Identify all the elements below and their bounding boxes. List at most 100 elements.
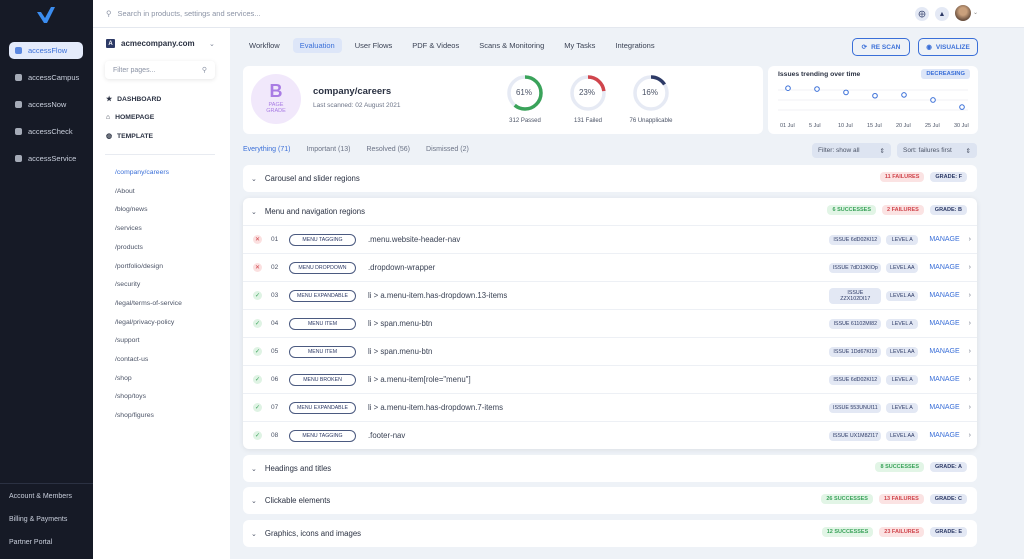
rescan-button[interactable]: ⟳ RE SCAN (852, 38, 910, 56)
page-link[interactable]: /blog/news (115, 206, 148, 213)
level-badge: LEVEL AA (886, 430, 919, 441)
page-link[interactable]: /shop/toys (115, 393, 146, 400)
notifications-bell-icon[interactable]: ▲ (935, 7, 949, 21)
product-accessCampus[interactable]: accessCampus (9, 69, 83, 86)
filter-pages-input[interactable]: Filter pages... ⚲ (105, 61, 215, 79)
chevron-right-icon[interactable]: › (969, 404, 971, 411)
page-link[interactable]: /support (115, 337, 140, 344)
tab-scans-monitoring[interactable]: Scans & Monitoring (472, 38, 551, 53)
nav-homepage[interactable]: ⌂ HOMEPAGE (106, 114, 154, 121)
sidebar-footer-link[interactable]: Account & Members (9, 493, 72, 500)
visualize-button[interactable]: ◉ VISUALIZE (918, 38, 978, 56)
page-link[interactable]: /legal/terms-of-service (115, 300, 182, 307)
tab-user-flows[interactable]: User Flows (348, 38, 400, 53)
tab-evaluation[interactable]: Evaluation (292, 38, 342, 53)
filter-select[interactable]: Filter: show all ⇕ (812, 143, 891, 158)
group-header[interactable]: ⌄ Clickable elements 26 SUCCESSES 13 FAILUR… (243, 487, 977, 514)
donut-2: 16% 76 Unapplicable (629, 74, 673, 124)
row-actions: ISSUE ZZX102DI17 LEVEL AA MANAGE › (829, 287, 971, 304)
group-header[interactable]: ⌄ Menu and navigation regions 6 SUCCESSES 2… (243, 198, 977, 225)
chevron-right-icon[interactable]: ⌄ (251, 530, 257, 538)
issue-row[interactable]: ✓ 04 MENU ITEM li > span.menu-btn ISSUE 6110… (243, 309, 977, 337)
page-grade-badge: B PAGE GRADE (251, 74, 301, 124)
search-input[interactable]: Search in products, settings and service… (118, 9, 261, 18)
issue-id-badge: ISSUE 1Dd67KI19 (829, 346, 882, 357)
filter-tab[interactable]: Dismissed (2) (426, 146, 469, 153)
manage-link[interactable]: MANAGE (929, 404, 959, 411)
product-accessNow[interactable]: accessNow (9, 96, 83, 113)
avatar-chevron-down-icon[interactable]: ⌄ (973, 9, 978, 16)
row-number: 02 (271, 264, 279, 271)
filter-tab[interactable]: Important (13) (306, 146, 350, 153)
issue-row[interactable]: ✓ 06 MENU BROKEN li > a.menu-item[role="men… (243, 365, 977, 393)
page-link[interactable]: /shop (115, 375, 132, 382)
product-accessFlow[interactable]: accessFlow (9, 42, 83, 59)
x-tick-label: 01 Jul (780, 123, 795, 129)
tab-pdf-videos[interactable]: PDF & Videos (405, 38, 466, 53)
issue-row[interactable]: ✓ 03 MENU EXPANDABLE li > a.menu-item.has-d… (243, 281, 977, 309)
chevron-right-icon[interactable]: › (969, 264, 971, 271)
top-bar: ⚲ Search in products, settings and servi… (93, 0, 1024, 28)
product-accessService[interactable]: accessService (9, 150, 83, 167)
check-icon: ✓ (253, 375, 262, 384)
chevron-right-icon[interactable]: › (969, 376, 971, 383)
page-link[interactable]: /portfolio/design (115, 263, 163, 270)
page-link[interactable]: /legal/privacy-policy (115, 319, 174, 326)
chevron-right-icon[interactable]: › (969, 432, 971, 439)
manage-link[interactable]: MANAGE (929, 236, 959, 243)
sidebar-footer-link[interactable]: Billing & Payments (9, 516, 67, 523)
tab-my-tasks[interactable]: My Tasks (557, 38, 602, 53)
issue-id-badge: ISSUE 7dD13KIOp (829, 262, 882, 273)
chevron-right-icon[interactable]: ⌄ (251, 175, 257, 183)
chevron-right-icon[interactable]: › (969, 348, 971, 355)
group-header[interactable]: ⌄ Graphics, icons and images 12 SUCCESSES 2… (243, 520, 977, 547)
tab-workflow[interactable]: Workflow (242, 38, 287, 53)
page-link[interactable]: /About (115, 188, 135, 195)
grade-badge: GRADE: A (930, 462, 967, 472)
chevron-right-icon[interactable]: › (969, 320, 971, 327)
group-header[interactable]: ⌄ Headings and titles 8 SUCCESSES GRADE: A (243, 455, 977, 482)
failures-badge: 2 FAILURES (882, 205, 924, 215)
group-header[interactable]: ⌄ Carousel and slider regions 11 FAILURES G… (243, 165, 977, 192)
chevron-down-icon[interactable]: ⌄ (209, 40, 215, 48)
issue-row[interactable]: ✕ 01 MENU TAGGING .menu.website-header-nav I… (243, 225, 977, 253)
page-link[interactable]: /security (115, 281, 140, 288)
manage-link[interactable]: MANAGE (929, 320, 959, 327)
chevron-right-icon[interactable]: › (969, 292, 971, 299)
page-link[interactable]: /company/careers (115, 169, 169, 176)
sidebar-footer-link[interactable]: Partner Portal (9, 539, 52, 546)
manage-link[interactable]: MANAGE (929, 376, 959, 383)
css-selector: li > span.menu-btn (368, 319, 433, 328)
manage-link[interactable]: MANAGE (929, 264, 959, 271)
avatar[interactable] (955, 5, 971, 21)
issue-row[interactable]: ✓ 05 MENU ITEM li > span.menu-btn ISSUE 1Dd6… (243, 337, 977, 365)
issue-row[interactable]: ✕ 02 MENU DROPDOWN .dropdown-wrapper ISSUE 7… (243, 253, 977, 281)
filter-tab[interactable]: Everything (71) (243, 146, 290, 153)
issue-row[interactable]: ✓ 08 MENU TAGGING .footer-nav ISSUE UX1M8ZI1… (243, 421, 977, 449)
chevron-down-icon[interactable]: ⌄ (251, 208, 257, 216)
nav-dashboard[interactable]: ★ DASHBOARD (106, 95, 161, 104)
chevron-right-icon[interactable]: › (969, 236, 971, 243)
chevron-right-icon[interactable]: ⌄ (251, 465, 257, 473)
sort-select[interactable]: Sort: failures first ⇕ (897, 143, 977, 158)
help-icon[interactable]: ⨁ (915, 7, 929, 21)
page-link[interactable]: /products (115, 244, 143, 251)
css-selector: .dropdown-wrapper (368, 263, 436, 272)
check-icon: ✓ (253, 319, 262, 328)
manage-link[interactable]: MANAGE (929, 348, 959, 355)
issue-row[interactable]: ✓ 07 MENU EXPANDABLE li > a.menu-item.has-d… (243, 393, 977, 421)
chart-title: Issues trending over time (778, 71, 861, 78)
product-accessCheck[interactable]: accessCheck (9, 123, 83, 140)
nav-template[interactable]: ◍ TEMPLATE (106, 132, 153, 141)
global-search[interactable]: ⚲ Search in products, settings and servi… (106, 9, 261, 18)
manage-link[interactable]: MANAGE (929, 432, 959, 439)
manage-link[interactable]: MANAGE (929, 292, 959, 299)
tab-integrations[interactable]: Integrations (608, 38, 661, 53)
page-link[interactable]: /contact-us (115, 356, 148, 363)
site-selector[interactable]: Aacmecompany.com (106, 39, 195, 48)
page-link[interactable]: /services (115, 225, 142, 232)
component-tag: MENU EXPANDABLE (289, 401, 356, 414)
chevron-right-icon[interactable]: ⌄ (251, 497, 257, 505)
filter-tab[interactable]: Resolved (56) (366, 146, 410, 153)
page-link[interactable]: /shop/figures (115, 412, 154, 419)
